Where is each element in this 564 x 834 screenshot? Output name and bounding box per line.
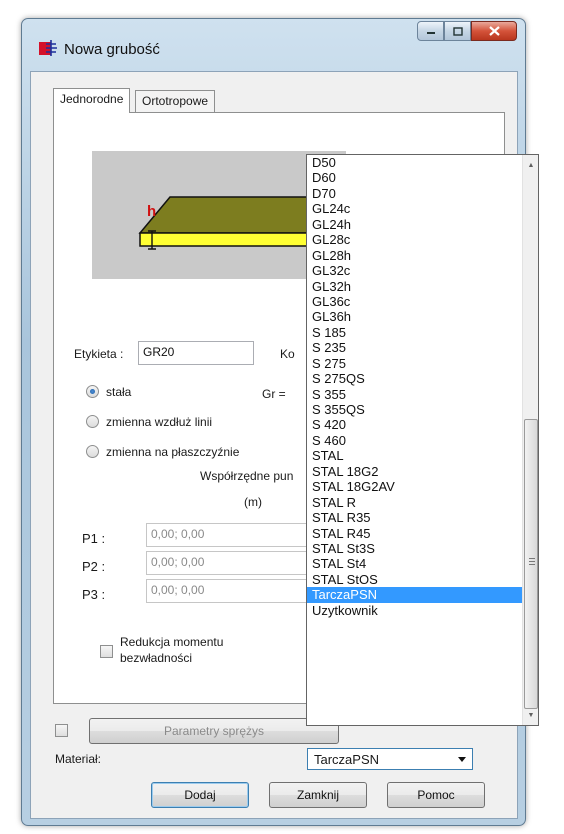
coords-unit: (m) [244, 495, 262, 509]
list-item[interactable]: S 275QS [307, 371, 523, 386]
reduction-label-2: bezwładności [120, 651, 193, 665]
maximize-icon [452, 26, 463, 36]
list-item[interactable]: D50 [307, 155, 523, 170]
close-icon [488, 26, 500, 36]
minimize-button[interactable] [417, 21, 444, 41]
list-item[interactable]: S 275 [307, 356, 523, 371]
radio-stala-label: stała [106, 385, 132, 399]
minimize-icon [426, 32, 435, 34]
zamknij-button[interactable]: Zamknij [269, 782, 367, 808]
list-item[interactable]: S 460 [307, 433, 523, 448]
list-item[interactable]: Uzytkownik [307, 603, 523, 618]
list-item[interactable]: S 185 [307, 325, 523, 340]
list-item-selected[interactable]: TarczaPSN [307, 587, 523, 603]
tab-jednorodne[interactable]: Jednorodne [53, 88, 131, 113]
material-dropdown-list[interactable]: D50 D60 D70 GL24c GL24h GL28c GL28h GL32… [306, 154, 539, 726]
gr-label: Gr = [262, 387, 286, 401]
radio-plaszczyzna-label: zmienna na płaszczyźnie [106, 445, 240, 459]
scroll-up-icon[interactable]: ▲ [523, 157, 539, 173]
radio-stala[interactable] [86, 385, 99, 398]
material-select-value: TarczaPSN [314, 752, 380, 767]
h-label: h [147, 203, 157, 220]
p2-input[interactable]: 0,00; 0,00 [146, 551, 316, 575]
reduction-checkbox[interactable] [100, 645, 113, 658]
app-icon [39, 40, 57, 56]
list-item[interactable]: GL32h [307, 279, 523, 294]
list-item[interactable]: GL24h [307, 217, 523, 232]
p3-label: P3 : [82, 587, 106, 602]
window-title: Nowa grubość [64, 41, 160, 58]
list-item[interactable]: STAL 18G2AV [307, 479, 523, 494]
close-button[interactable] [471, 21, 517, 41]
list-item[interactable]: STAL [307, 448, 523, 463]
list-item[interactable]: S 235 [307, 340, 523, 355]
caption-buttons [417, 21, 517, 41]
list-item[interactable]: GL24c [307, 201, 523, 216]
maximize-button[interactable] [444, 21, 471, 41]
p3-input[interactable]: 0,00; 0,00 [146, 579, 316, 603]
params-checkbox[interactable] [55, 724, 68, 737]
radio-linia-label: zmienna wzdłuż linii [106, 415, 213, 429]
radio-linia[interactable] [86, 415, 99, 428]
coords-header: Współrzędne pun [200, 469, 294, 483]
list-item[interactable]: GL28h [307, 248, 523, 263]
material-label: Materiał: [55, 752, 102, 766]
list-item[interactable]: STAL R [307, 495, 523, 510]
list-item[interactable]: D60 [307, 170, 523, 185]
list-item[interactable]: GL32c [307, 263, 523, 278]
list-item[interactable]: S 355 [307, 387, 523, 402]
list-item[interactable]: D70 [307, 186, 523, 201]
list-item[interactable]: GL36c [307, 294, 523, 309]
list-item[interactable]: STAL St3S [307, 541, 523, 556]
material-select[interactable]: TarczaPSN [307, 748, 473, 770]
etykieta-input[interactable]: GR20 [138, 341, 254, 365]
p1-label: P1 : [82, 531, 106, 546]
scroll-down-icon[interactable]: ▼ [523, 707, 539, 723]
list-item[interactable]: STAL R35 [307, 510, 523, 525]
list-item[interactable]: S 420 [307, 417, 523, 432]
tab-ortotropowe[interactable]: Ortotropowe [135, 90, 216, 112]
dropdown-scrollbar[interactable]: ▲ ▼ [522, 155, 538, 725]
list-item[interactable]: GL36h [307, 309, 523, 324]
list-item[interactable]: GL28c [307, 232, 523, 247]
list-item[interactable]: STAL R45 [307, 526, 523, 541]
chevron-down-icon [458, 757, 466, 762]
list-item[interactable]: STAL StOS [307, 572, 523, 587]
reduction-label-1: Redukcja momentu [120, 635, 224, 649]
dodaj-button[interactable]: Dodaj [151, 782, 249, 808]
radio-plaszczyzna[interactable] [86, 445, 99, 458]
list-item[interactable]: STAL St4 [307, 556, 523, 571]
scroll-thumb[interactable] [524, 419, 538, 709]
ko-label: Ko [280, 347, 295, 361]
dropdown-items: D50 D60 D70 GL24c GL24h GL28c GL28h GL32… [307, 155, 523, 725]
pomoc-button[interactable]: Pomoc [387, 782, 485, 808]
p1-input[interactable]: 0,00; 0,00 [146, 523, 316, 547]
params-button[interactable]: Parametry sprężys [89, 718, 339, 744]
etykieta-label: Etykieta : [74, 347, 124, 361]
p2-label: P2 : [82, 559, 106, 574]
list-item[interactable]: STAL 18G2 [307, 464, 523, 479]
list-item[interactable]: S 355QS [307, 402, 523, 417]
